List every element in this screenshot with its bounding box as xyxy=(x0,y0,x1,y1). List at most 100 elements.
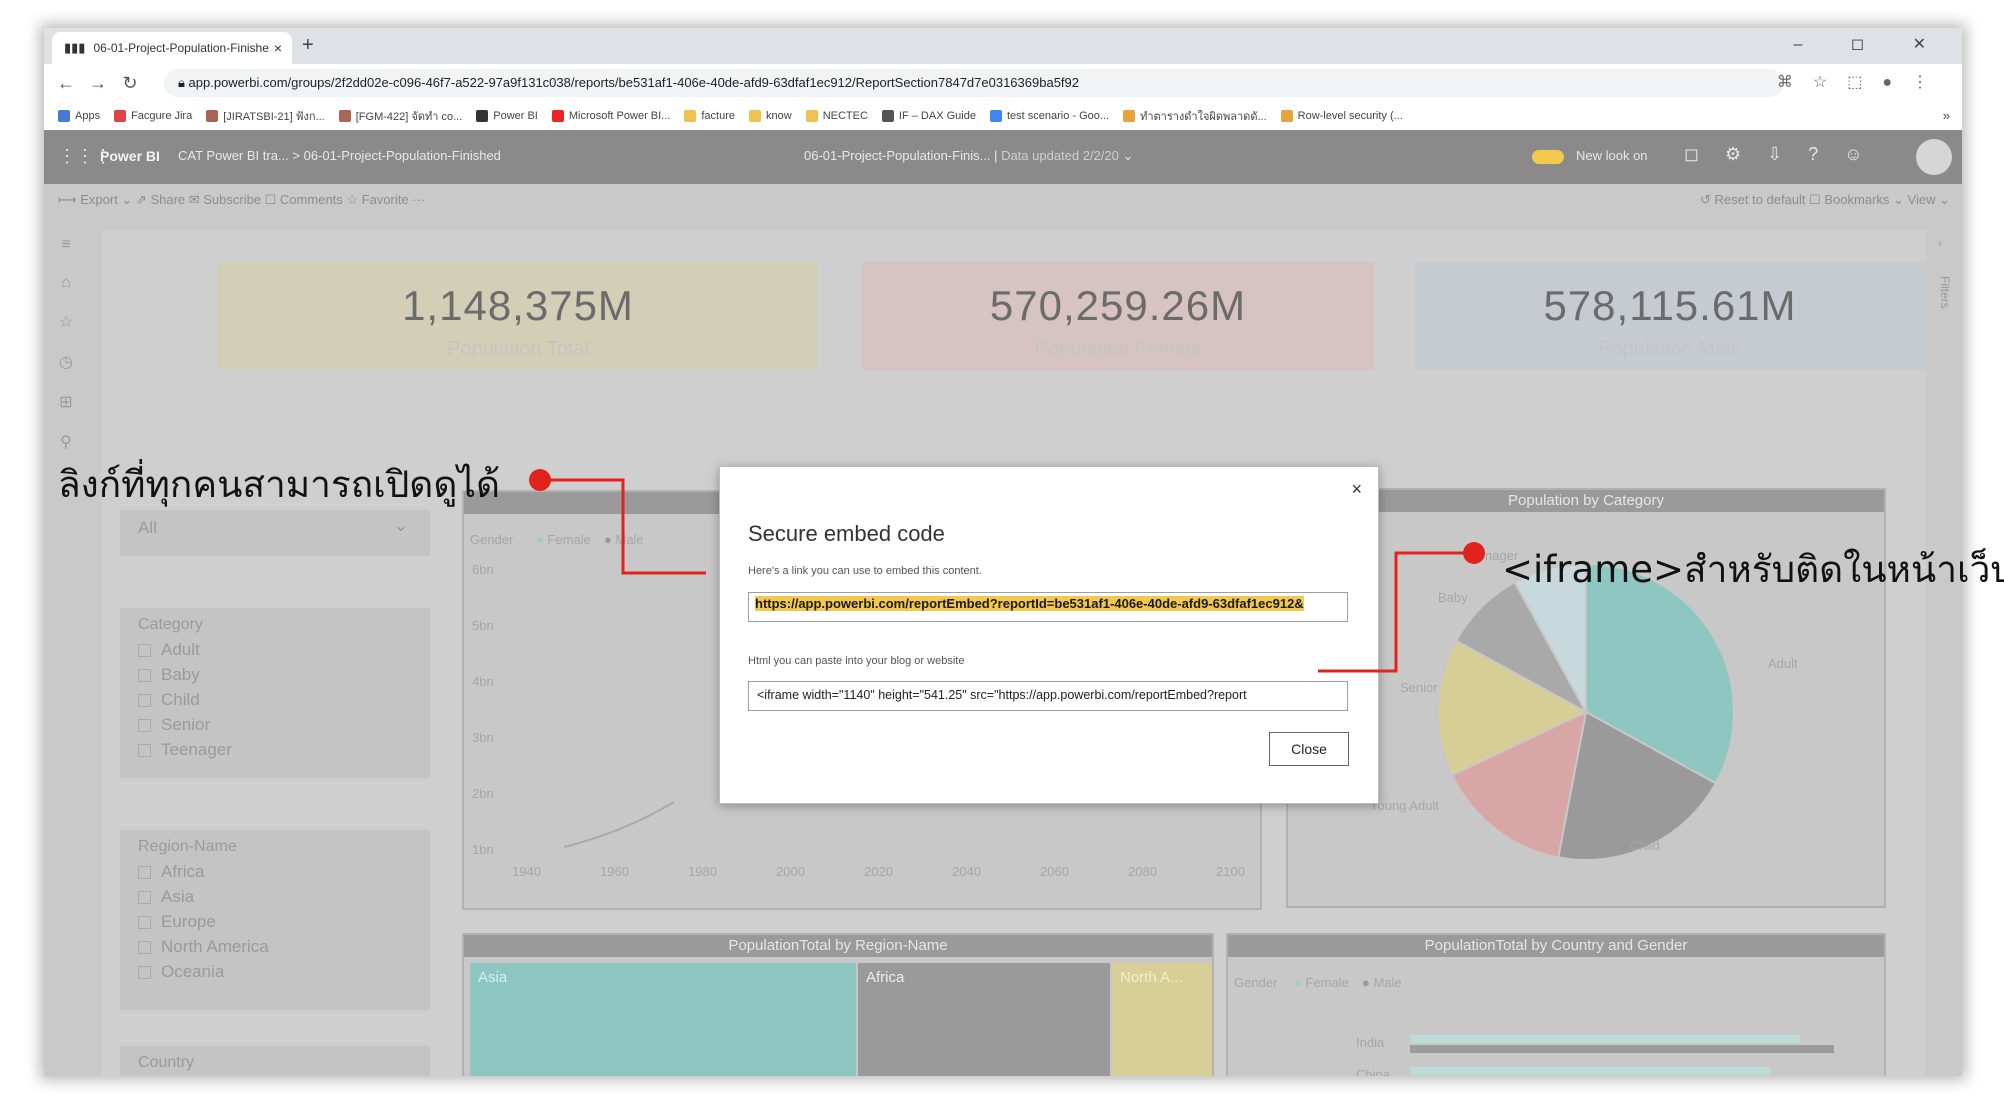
apps-icon[interactable]: ⊞ xyxy=(44,392,88,412)
url-field[interactable]: 🔒︎ app.powerbi.com/groups/2f2dd02e-c096-… xyxy=(164,69,1784,97)
bookmark-item[interactable]: know xyxy=(749,110,792,122)
breadcrumb-report[interactable]: 06-01-Project-Population-Finished xyxy=(304,148,501,163)
bookmark-icon xyxy=(1123,110,1136,122)
bookmark-item[interactable]: Microsoft Power BI... xyxy=(551,110,670,122)
checkbox[interactable] xyxy=(138,643,151,657)
powerbi-header: ⋮⋮⋮ Power BI CAT Power BI tra... > 06-01… xyxy=(44,130,1962,184)
slicer-option[interactable]: Europe xyxy=(138,912,412,932)
checkbox[interactable] xyxy=(138,865,151,879)
kpi-card-female[interactable]: 570,259.26M Population Female xyxy=(862,262,1374,370)
category-slicer: Category Adult Baby Child Senior Teenage… xyxy=(120,608,430,778)
breadcrumb-workspace[interactable]: CAT Power BI tra... xyxy=(178,148,289,163)
legend-female: ● Female xyxy=(536,532,591,547)
slicer-option[interactable]: Teenager xyxy=(138,740,412,760)
close-icon[interactable]: × xyxy=(1351,479,1362,500)
slicer-option[interactable]: Oceania xyxy=(138,962,412,982)
checkbox[interactable] xyxy=(138,915,151,929)
country-slicer[interactable]: Country xyxy=(120,1046,430,1076)
treemap-panel[interactable]: PopulationTotal by Region-Name Asia Afri… xyxy=(462,933,1214,1076)
avatar[interactable] xyxy=(1916,139,1952,175)
treemap-tile-asia[interactable]: Asia xyxy=(470,963,856,1076)
line-path xyxy=(564,801,675,848)
bookmark-item[interactable]: Facgure Jira xyxy=(114,110,192,122)
powerbi-brand[interactable]: Power BI xyxy=(100,148,160,164)
filters-label: Filters xyxy=(1938,276,1952,309)
home-icon[interactable]: ⌂ xyxy=(44,274,88,292)
action-bar-left[interactable]: ⟼ Export ⌄ ⇗ Share ✉ Subscribe ☐ Comment… xyxy=(58,192,425,208)
bookmark-apps[interactable]: Apps xyxy=(58,110,100,122)
bookmark-item[interactable]: Power BI xyxy=(476,110,538,122)
x-tick: 2080 xyxy=(1128,864,1157,879)
slicer-option[interactable]: North America xyxy=(138,937,412,957)
legend-label: Gender xyxy=(1234,975,1278,990)
extension-icons[interactable]: ⌘☆⬚●⋮ xyxy=(1777,72,1948,92)
back-icon[interactable]: ← xyxy=(56,73,76,94)
powerbi-favicon-icon: ▮▮▮ xyxy=(64,40,86,55)
slicer-option[interactable]: Child xyxy=(138,690,412,710)
slicer-option[interactable]: Asia xyxy=(138,887,412,907)
x-tick: 1940 xyxy=(512,864,541,879)
checkbox[interactable] xyxy=(138,940,151,954)
reload-icon[interactable]: ↻ xyxy=(120,73,140,94)
bookmark-item[interactable]: [FGM-422] จัดทำ co... xyxy=(338,107,462,125)
slicer-option[interactable]: Baby xyxy=(138,665,412,685)
shared-icon[interactable]: ⚲ xyxy=(44,432,88,452)
slicer-option[interactable]: Africa xyxy=(138,862,412,882)
bookmark-item[interactable]: Row-level security (... xyxy=(1280,110,1403,122)
checkbox[interactable] xyxy=(138,743,151,757)
folder-icon xyxy=(805,110,818,122)
report-title-dropdown[interactable]: 06-01-Project-Population-Finis... | Data… xyxy=(804,148,1133,164)
action-bar-right[interactable]: ↺ Reset to default ☐ Bookmarks ⌄ View ⌄ xyxy=(1700,192,1950,208)
checkbox[interactable] xyxy=(138,965,151,979)
iframe-code-field[interactable]: <iframe width="1140" height="541.25" src… xyxy=(748,681,1348,711)
header-icons[interactable]: ◻⚙⇩?☺ xyxy=(1684,144,1889,165)
forward-icon[interactable]: → xyxy=(88,73,108,94)
chevron-left-icon[interactable]: ‹ xyxy=(1938,236,1942,250)
bookmark-item[interactable]: ทำตารางดำใจผิดพลาดดั... xyxy=(1123,107,1267,125)
tab-close-icon[interactable]: × xyxy=(274,40,282,56)
treemap-tile-north-america[interactable]: North A... xyxy=(1112,963,1212,1076)
y-tick: 6bn xyxy=(472,562,494,577)
slicer-option[interactable]: Adult xyxy=(138,640,412,660)
y-tick: 4bn xyxy=(472,674,494,689)
bookmark-item[interactable]: NECTEC xyxy=(805,110,868,122)
bookmark-item[interactable]: [JIRATSBI-21] ฟังก... xyxy=(206,107,325,125)
bookmark-icon xyxy=(881,110,894,122)
bookmarks-more-button[interactable]: » xyxy=(1943,108,1950,123)
link-help-text: Here's a link you can use to embed this … xyxy=(748,565,982,577)
treemap-tile-africa[interactable]: Africa xyxy=(858,963,1110,1076)
favorites-icon[interactable]: ☆ xyxy=(44,312,88,332)
browser-tab[interactable]: ▮▮▮ 06-01-Project-Population-Finishe × xyxy=(52,32,292,64)
bar-chart-panel[interactable]: PopulationTotal by Country and Gender Ge… xyxy=(1226,933,1886,1076)
y-tick: 3bn xyxy=(472,730,494,745)
bar-india-male xyxy=(1410,1045,1834,1053)
secure-embed-dialog: × Secure embed code Here's a link you ca… xyxy=(719,466,1379,804)
new-tab-button[interactable]: + xyxy=(302,34,314,57)
recent-icon[interactable]: ◷ xyxy=(44,352,88,372)
menu-icon[interactable]: ≡ xyxy=(44,236,88,254)
new-look-toggle[interactable] xyxy=(1532,150,1564,164)
checkbox[interactable] xyxy=(138,693,151,707)
close-button[interactable]: Close xyxy=(1269,732,1349,766)
slicer-option[interactable]: Senior xyxy=(138,715,412,735)
bookmark-item[interactable]: facture xyxy=(684,110,735,122)
bookmark-item[interactable]: IF – DAX Guide xyxy=(881,110,976,122)
google-icon xyxy=(989,110,1002,122)
kpi-label: Population Total xyxy=(447,338,589,360)
window-controls[interactable]: – ◻ ✕ xyxy=(1794,34,1948,54)
filters-pane-collapsed[interactable]: ‹ Filters xyxy=(1926,216,1962,1076)
kpi-value: 1,148,375M xyxy=(402,282,634,329)
kpi-card-male[interactable]: 578,115.61M Population Male xyxy=(1414,262,1926,370)
checkbox[interactable] xyxy=(138,668,151,682)
embed-link-text: https://app.powerbi.com/reportEmbed?repo… xyxy=(755,596,1304,611)
gender-slicer-dropdown[interactable]: All ⌄ xyxy=(120,510,430,556)
x-tick: 2100 xyxy=(1216,864,1245,879)
legend-male: ● Male xyxy=(604,532,644,547)
checkbox[interactable] xyxy=(138,890,151,904)
lock-icon: 🔒︎ xyxy=(178,75,189,90)
bookmark-item[interactable]: test scenario - Goo... xyxy=(989,110,1109,122)
checkbox[interactable] xyxy=(138,718,151,732)
embed-link-field[interactable]: https://app.powerbi.com/reportEmbed?repo… xyxy=(748,592,1348,622)
kpi-card-total[interactable]: 1,148,375M Population Total xyxy=(218,262,818,370)
slicer-title: Category xyxy=(138,616,203,633)
